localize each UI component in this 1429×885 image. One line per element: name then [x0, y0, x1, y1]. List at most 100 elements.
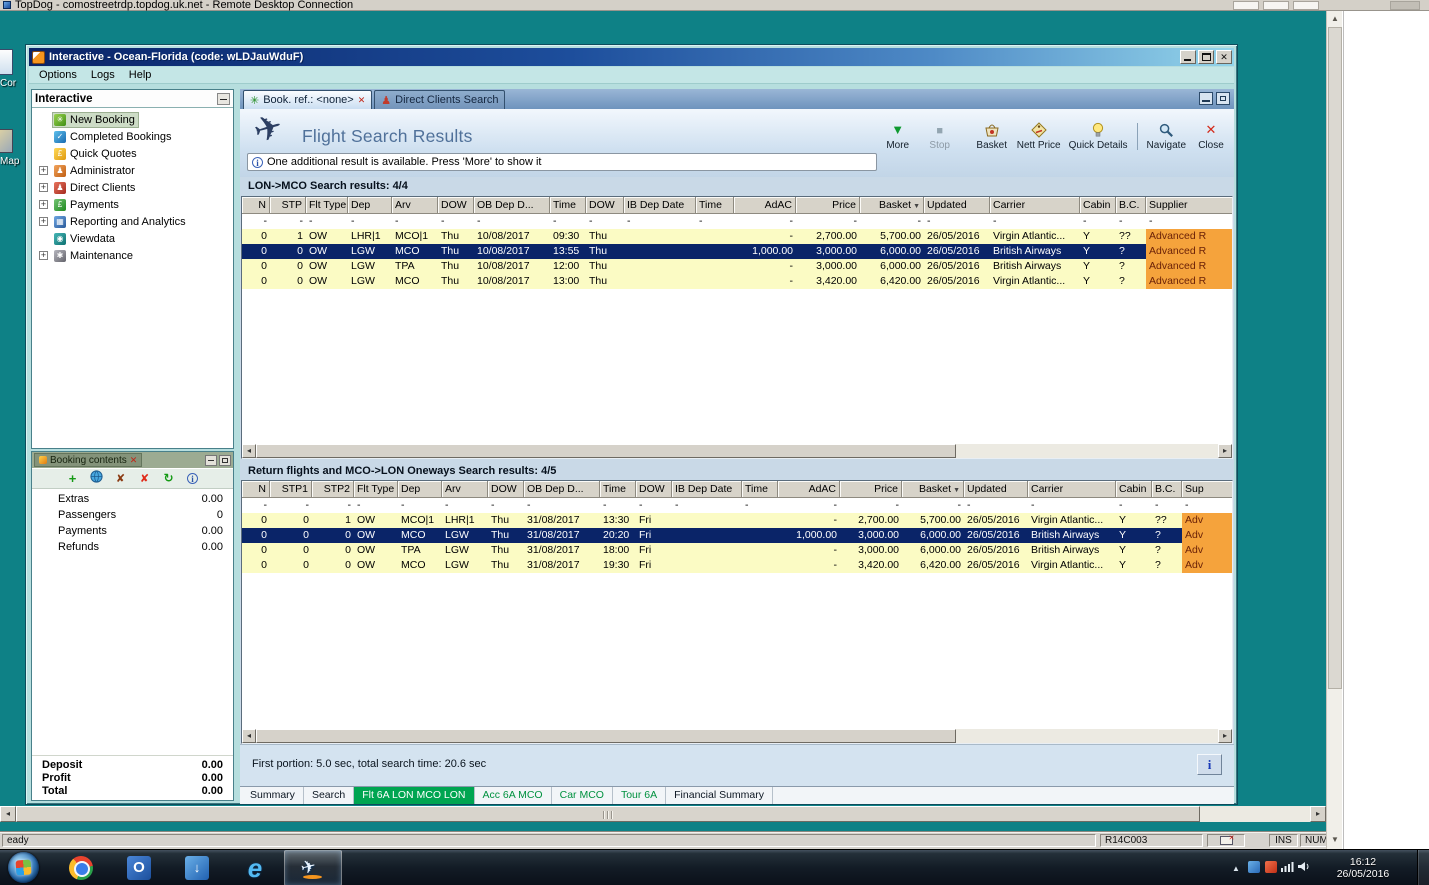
details-info-button[interactable]: i [1197, 754, 1222, 775]
navigate-button[interactable]: Navigate [1143, 121, 1190, 152]
column-header-basket[interactable]: Basket ▼ [902, 481, 964, 498]
column-header-stp[interactable]: STP [270, 197, 306, 214]
table-row[interactable]: 0 1 OW LHR|1 MCO|1 Thu 10/08/2017 09:30 Thu - 2,70… [242, 229, 1232, 244]
column-header-n[interactable]: N [242, 197, 270, 214]
sidebar-item-direct-clients[interactable]: + ♟ Direct Clients [32, 179, 233, 196]
column-header-time[interactable]: Time [550, 197, 586, 214]
menu-logs[interactable]: Logs [84, 69, 122, 81]
refresh-icon[interactable]: ↻ [161, 471, 176, 486]
scrollbar-thumb[interactable] [1328, 27, 1342, 689]
taskbar-topdog-icon[interactable]: ✈ [284, 850, 342, 885]
sidebar-item-reporting-and-analytics[interactable]: + ▦ Reporting and Analytics [32, 213, 233, 230]
column-header-dep[interactable]: Dep [348, 197, 392, 214]
bottom-tab-acc-6a-mco[interactable]: Acc 6A MCO [475, 787, 552, 804]
taskbar-outlook-icon[interactable]: O [110, 850, 168, 885]
table-row[interactable]: 0 0 0 OW TPA LGW Thu 31/08/2017 18:00 Fri - 3,000.0… [242, 543, 1232, 558]
nett-price-button[interactable]: Nett Price [1013, 121, 1065, 152]
table-row[interactable]: 0 0 OW LGW MCO Thu 10/08/2017 13:55 Thu 1,000.00 3… [242, 244, 1232, 259]
scrollbar-thumb[interactable] [16, 806, 1200, 822]
clock[interactable]: 16:12 26/05/2016 [1313, 856, 1413, 880]
mdi-horizontal-scrollbar[interactable]: ◂ ▸ [0, 806, 1326, 822]
more-button[interactable]: ▼ More [877, 121, 919, 152]
column-header-time[interactable]: Time [696, 197, 734, 214]
scrollbar-thumb[interactable] [256, 444, 956, 458]
table-row[interactable]: 0 0 OW LGW MCO Thu 10/08/2017 13:00 Thu - 3,420.00… [242, 274, 1232, 289]
scroll-right-icon[interactable]: ▸ [1310, 806, 1326, 822]
column-header-supplier[interactable]: Supplier [1146, 197, 1232, 214]
tab-book-ref-none[interactable]: ✳ Book. ref.: <none> ✕ [243, 90, 373, 109]
column-header-flt-type[interactable]: Flt Type [354, 481, 398, 498]
desktop-shortcut-label[interactable]: Map [0, 156, 19, 167]
scroll-right-icon[interactable]: ▸ [1218, 444, 1232, 458]
column-header-b-c[interactable]: B.C. [1152, 481, 1182, 498]
window-titlebar[interactable]: Interactive - Ocean-Florida (code: wLDJa… [29, 48, 1234, 66]
bottom-tab-flt-6a-lon-mco-lon[interactable]: Flt 6A LON MCO LON [354, 787, 475, 804]
column-header-ob-dep-d[interactable]: OB Dep D... [474, 197, 550, 214]
bottom-tab-summary[interactable]: Summary [242, 787, 304, 804]
taskbar-ie-icon[interactable]: e [226, 850, 284, 885]
bottom-tab-search[interactable]: Search [304, 787, 355, 804]
menu-options[interactable]: Options [32, 69, 84, 81]
column-header-b-c[interactable]: B.C. [1116, 197, 1146, 214]
show-desktop-button[interactable] [1417, 850, 1429, 885]
column-header-price[interactable]: Price [796, 197, 860, 214]
column-header-ib-dep-date[interactable]: IB Dep Date [624, 197, 696, 214]
rdp-connection-bar[interactable]: TopDog - comostreetrdp.topdog.uk.net - R… [0, 0, 1429, 11]
tab-direct-clients-search[interactable]: ♟ Direct Clients Search [374, 90, 506, 109]
column-header-carrier[interactable]: Carrier [990, 197, 1080, 214]
rdp-minimize-button[interactable] [1233, 1, 1259, 10]
sidebar-item-quick-quotes[interactable]: £ Quick Quotes [32, 145, 233, 162]
taskbar-app-blue-icon[interactable]: ↓ [168, 850, 226, 885]
start-button[interactable] [8, 852, 39, 883]
column-header-dow[interactable]: DOW [586, 197, 624, 214]
scrollbar-thumb[interactable] [256, 729, 956, 743]
rdp-pin-button[interactable] [1390, 1, 1420, 10]
expand-toggle-icon[interactable]: + [39, 166, 48, 175]
column-header-sup[interactable]: Sup [1182, 481, 1232, 498]
column-header-basket[interactable]: Basket ▼ [860, 197, 924, 214]
scroll-right-icon[interactable]: ▸ [1218, 729, 1232, 743]
volume-icon[interactable] [1296, 861, 1313, 875]
booking-contents-tab[interactable]: Booking contents ✕ [34, 453, 143, 467]
alert-tray-icon[interactable] [1262, 860, 1279, 876]
world-icon[interactable] [89, 470, 104, 487]
minimize-button[interactable] [1180, 50, 1196, 64]
expand-toggle-icon[interactable]: + [39, 183, 48, 192]
hidden-icons-chevron[interactable]: ▲ [1227, 864, 1245, 873]
column-header-cabin[interactable]: Cabin [1116, 481, 1152, 498]
info-icon[interactable]: i [185, 471, 200, 486]
tab-close-icon[interactable]: ✕ [358, 95, 366, 106]
network-icon[interactable] [1279, 861, 1296, 875]
column-header-flt-type[interactable]: Flt Type [306, 197, 348, 214]
sidebar-collapse-button[interactable] [217, 92, 230, 105]
column-header-dep[interactable]: Dep [398, 481, 442, 498]
close-button[interactable]: ✕ Close [1190, 121, 1232, 152]
column-header-cabin[interactable]: Cabin [1080, 197, 1116, 214]
column-header-adac[interactable]: AdAC [778, 481, 840, 498]
maximize-button[interactable] [1198, 50, 1214, 64]
booking-contents-close-icon[interactable]: ✕ [130, 455, 138, 466]
booking-panel-minimize-button[interactable] [205, 454, 217, 466]
column-header-ib-dep-date[interactable]: IB Dep Date [672, 481, 742, 498]
sidebar-item-viewdata[interactable]: ◉ Viewdata [32, 230, 233, 247]
taskbar-chrome-icon[interactable] [52, 850, 110, 885]
booking-item-extras[interactable]: Extras 0.00 [32, 491, 233, 507]
rdp-close-button[interactable] [1293, 1, 1319, 10]
quick-details-button[interactable]: Quick Details [1065, 121, 1132, 152]
table-row[interactable]: 0 0 OW LGW TPA Thu 10/08/2017 12:00 Thu - 3,000.00… [242, 259, 1232, 274]
delete-icon[interactable]: ✘ [137, 471, 152, 487]
pane-restore-button[interactable] [1216, 92, 1230, 105]
desktop-shortcut-label[interactable]: Cor [0, 78, 16, 89]
column-header-updated[interactable]: Updated [964, 481, 1028, 498]
column-header-dow[interactable]: DOW [488, 481, 524, 498]
booking-item-payments[interactable]: Payments 0.00 [32, 523, 233, 539]
stop-button[interactable]: ■ Stop [919, 121, 961, 152]
expand-toggle-icon[interactable]: + [39, 251, 48, 260]
table-row[interactable]: 0 0 1 OW MCO|1 LHR|1 Thu 31/08/2017 13:30 Fri - 2,7… [242, 513, 1232, 528]
column-header-carrier[interactable]: Carrier [1028, 481, 1116, 498]
bottom-tab-tour-6a[interactable]: Tour 6A [613, 787, 667, 804]
column-header-n[interactable]: N [242, 481, 270, 498]
tray-app-icon[interactable] [1245, 860, 1262, 876]
column-header-ob-dep-d[interactable]: OB Dep D... [524, 481, 600, 498]
scroll-up-icon[interactable]: ▲ [1327, 11, 1343, 27]
